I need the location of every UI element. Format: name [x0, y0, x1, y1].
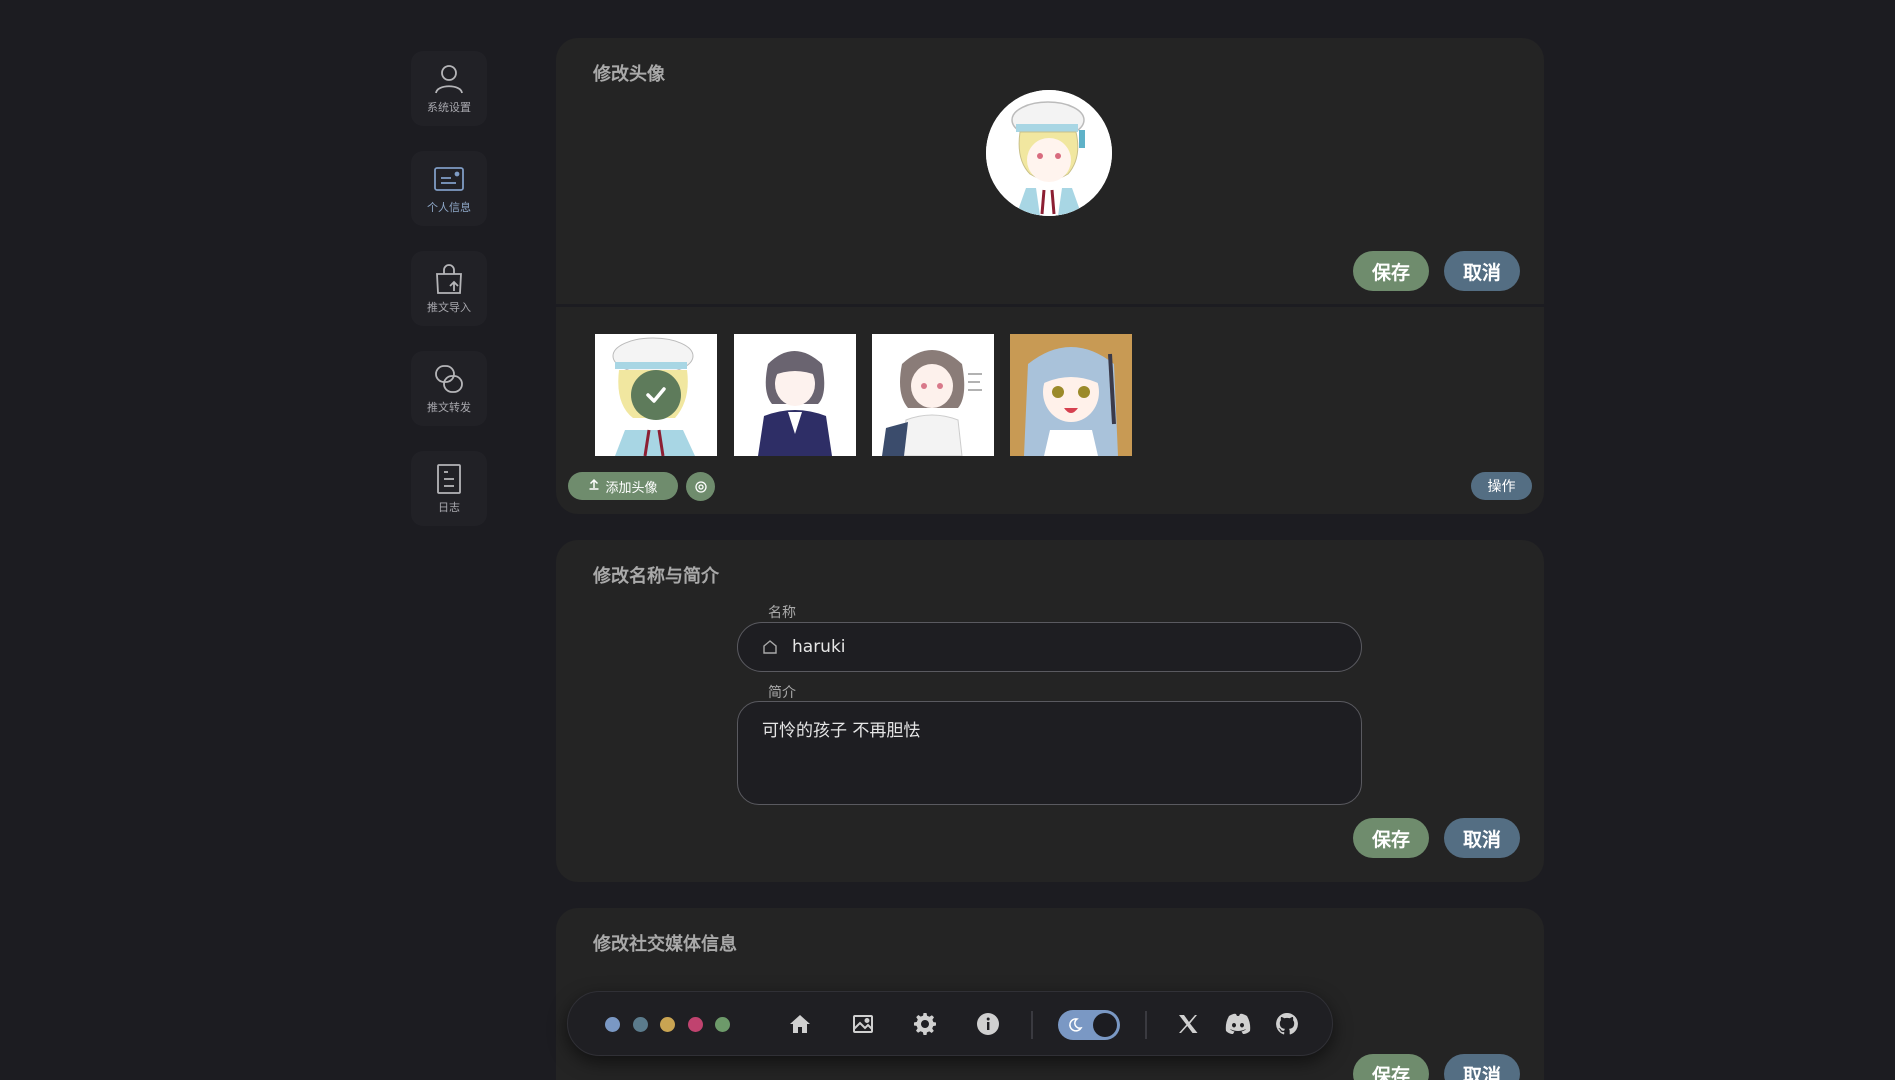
moon-icon [1069, 1018, 1083, 1032]
github-icon[interactable] [1273, 1010, 1301, 1038]
avatar-settings-button[interactable] [686, 472, 715, 501]
discord-icon[interactable] [1224, 1010, 1252, 1038]
theme-color-blue[interactable] [605, 1017, 620, 1032]
sidebar-item-tweet-import[interactable]: 推文导入 [411, 251, 487, 326]
name-save-button[interactable]: 保存 [1353, 818, 1429, 858]
card-title: 修改名称与简介 [593, 566, 719, 587]
dock-separator [1031, 1011, 1033, 1039]
avatar-illustration [986, 90, 1112, 216]
bio-value: 可怜的孩子 不再胆怯 [762, 721, 921, 741]
thumbnail-illustration [1010, 334, 1132, 456]
name-label: 名称 [768, 605, 796, 621]
app-root: 系统设置 个人信息 推文导入 推文转发 日志 修改头像 保存 取消 添加头像 操… [0, 0, 1895, 1080]
forward-icon [435, 365, 463, 393]
sidebar-item-log[interactable]: 日志 [411, 451, 487, 526]
bag-upload-icon [436, 264, 462, 294]
avatar-thumbnail[interactable] [1010, 334, 1132, 456]
info-icon[interactable] [974, 1010, 1002, 1038]
sidebar-item-label: 系统设置 [427, 101, 471, 114]
avatar-thumbnail-selected[interactable] [595, 334, 717, 456]
dark-mode-toggle[interactable] [1058, 1010, 1120, 1040]
bottom-dock [567, 991, 1333, 1056]
x-icon[interactable] [1174, 1010, 1202, 1038]
theme-color-green[interactable] [715, 1017, 730, 1032]
thumbnail-illustration [872, 334, 994, 456]
operate-button[interactable]: 操作 [1471, 472, 1532, 500]
sidebar-item-system-settings[interactable]: 系统设置 [411, 51, 487, 126]
id-card-icon [434, 167, 464, 191]
avatar-card: 修改头像 保存 取消 添加头像 操作 [556, 38, 1544, 514]
theme-color-pink[interactable] [688, 1017, 703, 1032]
card-title: 修改头像 [593, 64, 665, 85]
home-icon[interactable] [786, 1010, 814, 1038]
home-outline-icon [763, 640, 777, 654]
selected-check-icon [631, 370, 681, 420]
gear-icon [694, 480, 707, 493]
sidebar-item-profile[interactable]: 个人信息 [411, 151, 487, 226]
avatar-save-button[interactable]: 保存 [1353, 251, 1429, 291]
theme-color-gold[interactable] [660, 1017, 675, 1032]
avatar-thumbnail[interactable] [872, 334, 994, 456]
gear-icon[interactable] [911, 1010, 939, 1038]
user-icon [435, 65, 463, 94]
sidebar-item-label: 个人信息 [427, 201, 471, 214]
social-cancel-button[interactable]: 取消 [1444, 1054, 1520, 1080]
social-save-button[interactable]: 保存 [1353, 1054, 1429, 1080]
toggle-knob [1093, 1013, 1117, 1037]
sidebar-item-label: 日志 [438, 501, 460, 514]
theme-color-teal[interactable] [633, 1017, 648, 1032]
divider [556, 304, 1544, 307]
add-avatar-button[interactable]: 添加头像 [568, 472, 678, 500]
name-bio-card: 修改名称与简介 名称 haruki 简介 可怜的孩子 不再胆怯 保存 取消 [556, 540, 1544, 882]
current-avatar [986, 90, 1112, 216]
thumbnail-illustration [734, 334, 856, 456]
sidebar-item-tweet-forward[interactable]: 推文转发 [411, 351, 487, 426]
document-icon [437, 464, 461, 494]
card-title: 修改社交媒体信息 [593, 934, 737, 955]
name-value: haruki [792, 637, 846, 657]
sidebar-item-label: 推文转发 [427, 401, 471, 414]
avatar-cancel-button[interactable]: 取消 [1444, 251, 1520, 291]
sidebar: 系统设置 个人信息 推文导入 推文转发 日志 [411, 51, 487, 551]
upload-icon [588, 478, 600, 494]
name-field[interactable]: haruki [737, 622, 1362, 672]
sidebar-item-label: 推文导入 [427, 301, 471, 314]
add-avatar-label: 添加头像 [605, 480, 658, 496]
name-cancel-button[interactable]: 取消 [1444, 818, 1520, 858]
avatar-thumbnail[interactable] [734, 334, 856, 456]
bio-field[interactable]: 可怜的孩子 不再胆怯 [737, 701, 1362, 805]
image-icon[interactable] [849, 1010, 877, 1038]
bio-label: 简介 [768, 685, 796, 701]
dock-separator [1145, 1011, 1147, 1039]
